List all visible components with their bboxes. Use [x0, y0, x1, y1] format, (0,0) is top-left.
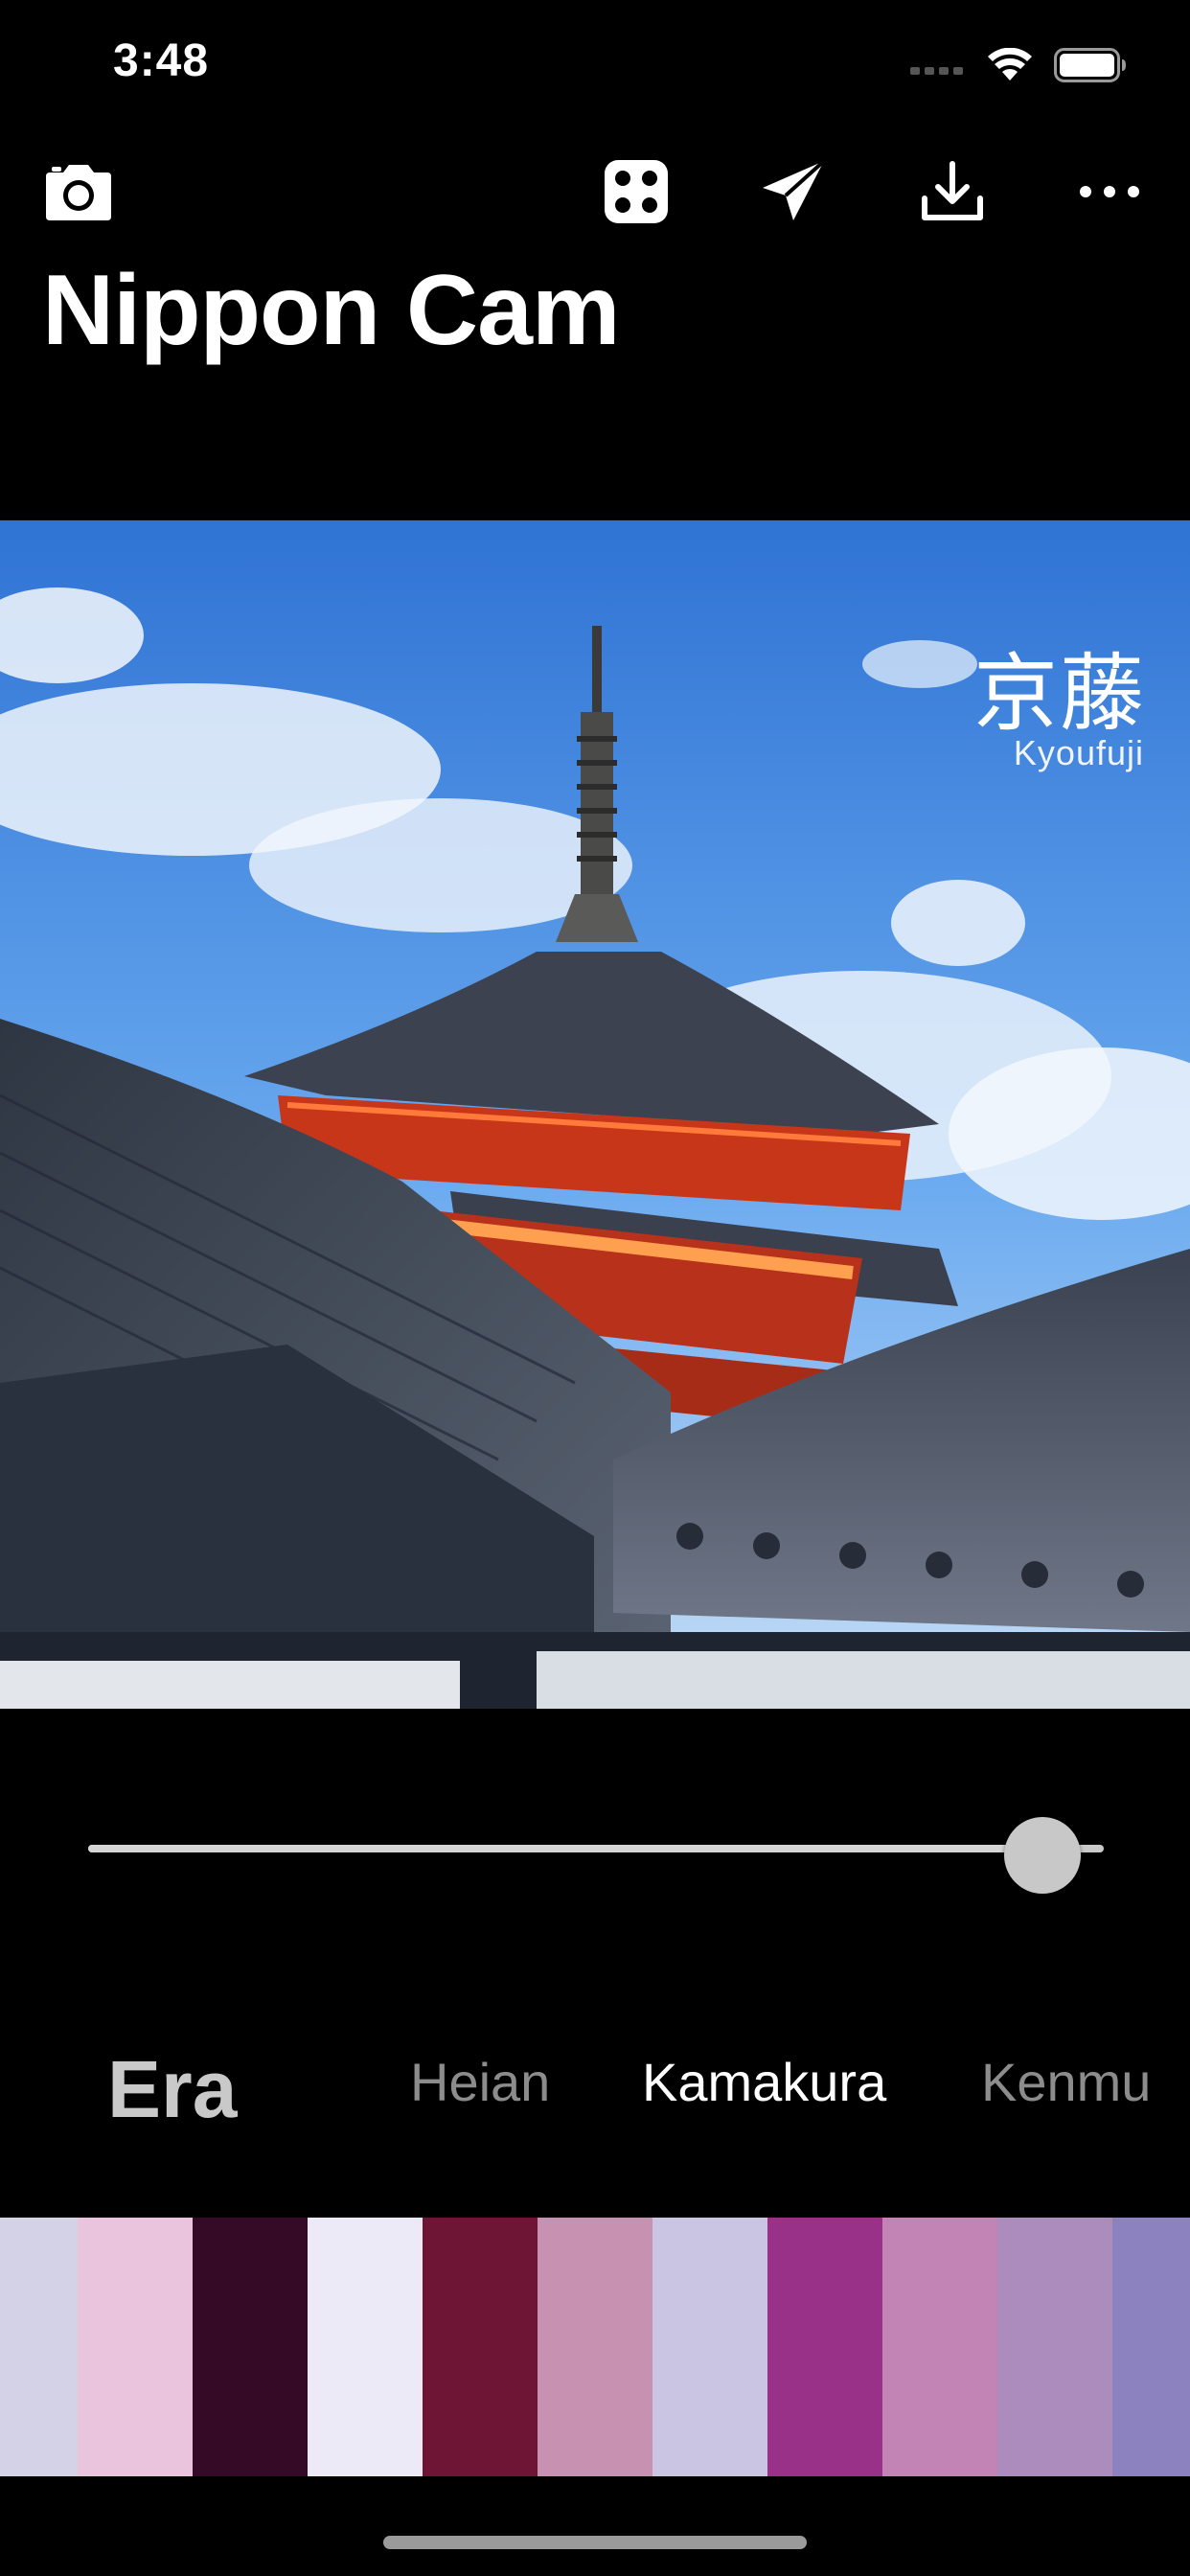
slider-thumb[interactable] [1004, 1817, 1082, 1894]
dice-icon [605, 160, 668, 223]
color-swatch[interactable] [652, 2218, 767, 2476]
color-swatch[interactable] [538, 2218, 652, 2476]
more-icon [1080, 186, 1139, 197]
era-tab-kamakura[interactable]: Kamakura [642, 2051, 886, 2113]
battery-icon [1054, 48, 1126, 82]
download-button[interactable] [914, 153, 991, 230]
color-palette [0, 2218, 1190, 2476]
send-icon [763, 159, 826, 220]
cellular-signal-icon [910, 67, 963, 75]
slider-fill [88, 1845, 1043, 1852]
color-swatch[interactable] [78, 2218, 193, 2476]
color-swatch[interactable] [997, 2218, 1112, 2476]
photo-preview: 京藤 Kyoufuji [0, 520, 1190, 1709]
color-name-kanji: 京藤 [973, 644, 1146, 743]
color-swatch[interactable] [767, 2218, 882, 2476]
era-tab-heian[interactable]: Heian [410, 2051, 550, 2113]
home-indicator [383, 2536, 807, 2549]
random-color-button[interactable] [598, 153, 675, 230]
era-tab-kenmu[interactable]: Kenmu [981, 2051, 1151, 2113]
era-tabs: Heian Kamakura Kenmu [0, 2051, 1190, 2128]
app-title: Nippon Cam [42, 255, 620, 366]
color-swatch[interactable] [423, 2218, 538, 2476]
intensity-slider[interactable] [88, 1817, 1104, 1894]
wifi-icon [988, 48, 1032, 80]
camera-button[interactable] [40, 153, 117, 230]
color-name-romaji: Kyoufuji [1013, 733, 1144, 772]
status-time: 3:48 [113, 35, 210, 86]
camera-icon [46, 165, 111, 220]
download-icon [922, 161, 983, 220]
more-button[interactable] [1071, 153, 1148, 230]
color-swatch[interactable] [0, 2218, 78, 2476]
color-swatch[interactable] [308, 2218, 423, 2476]
share-button[interactable] [755, 153, 832, 230]
status-indicators [910, 42, 1127, 88]
color-swatch[interactable] [193, 2218, 308, 2476]
color-swatch[interactable] [882, 2218, 997, 2476]
color-swatch[interactable] [1112, 2218, 1190, 2476]
